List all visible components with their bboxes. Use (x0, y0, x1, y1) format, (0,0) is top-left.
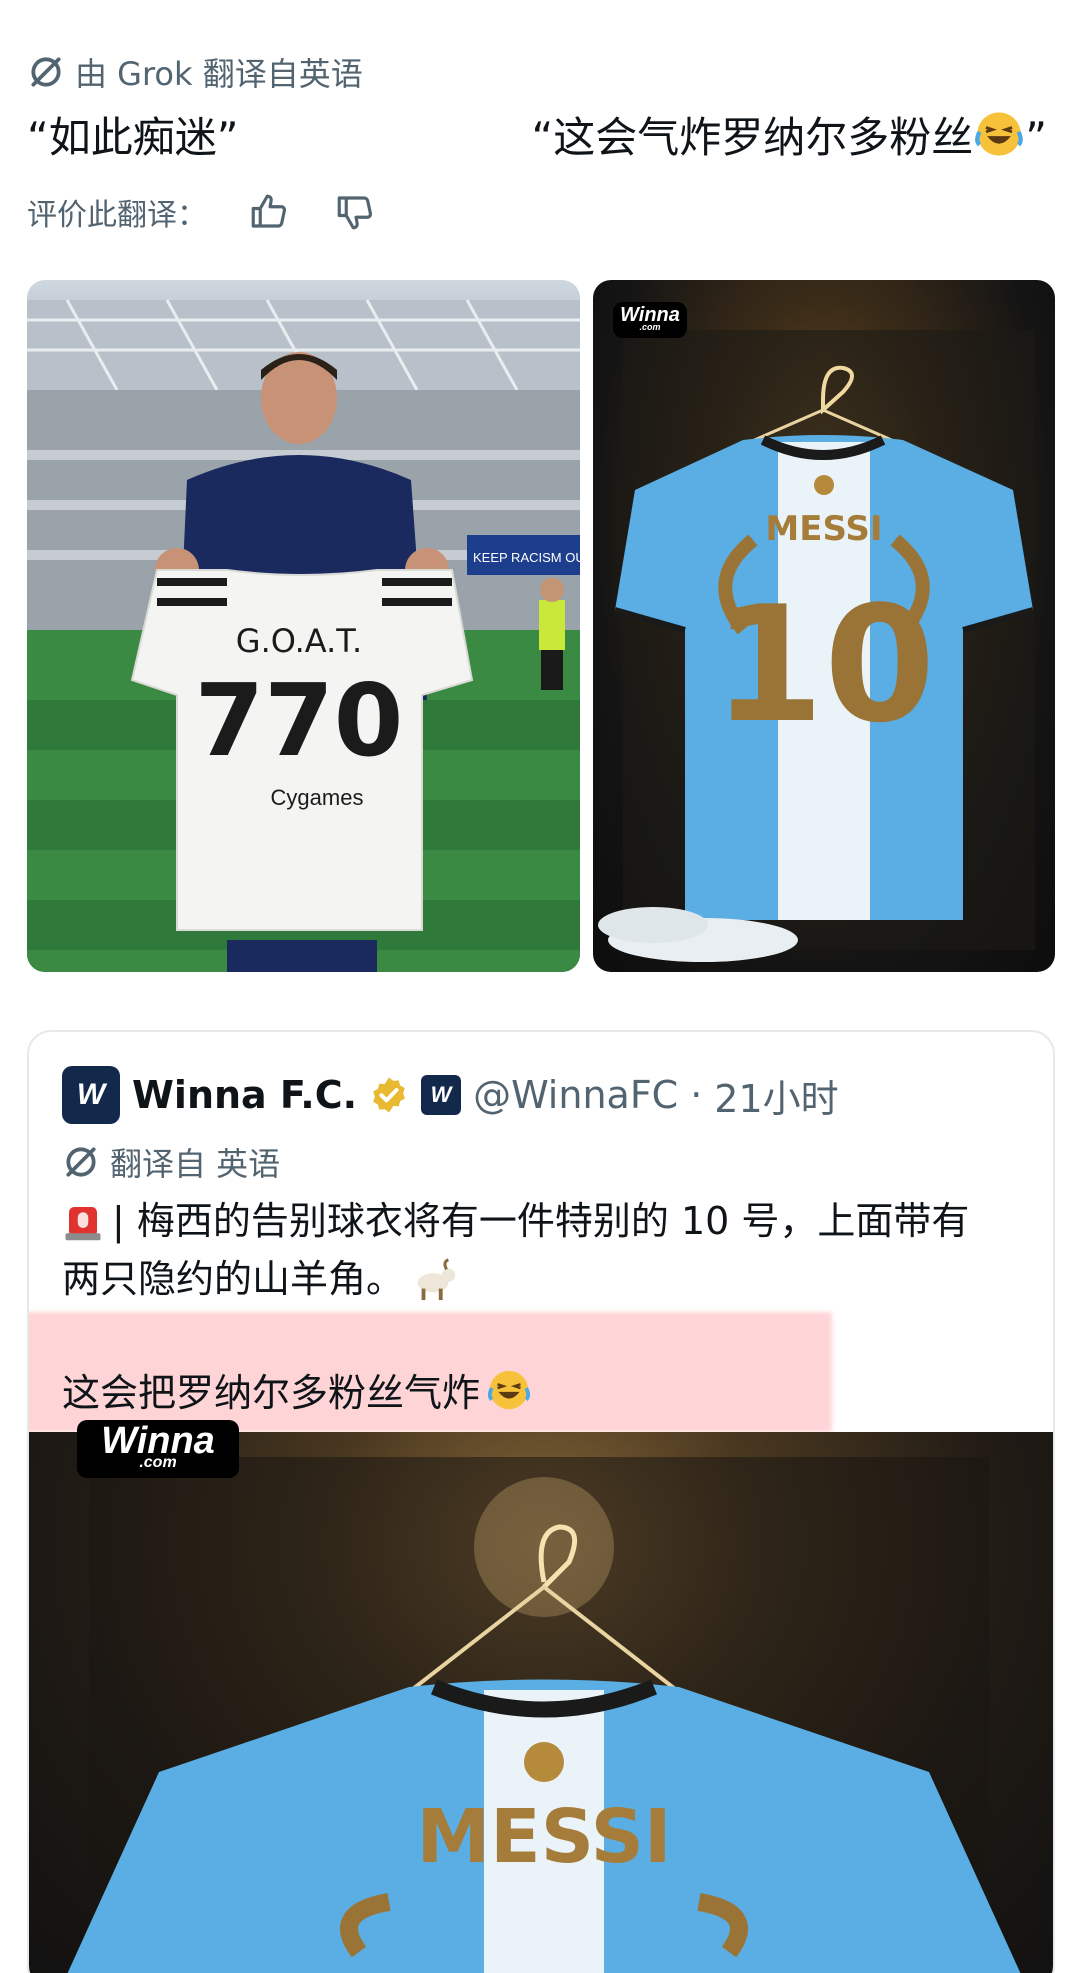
author-handle[interactable]: @WinnaFC (473, 1073, 678, 1117)
translate-icon (31, 57, 61, 87)
photo-ronaldo-jersey[interactable]: KEEP RACISM OUT (27, 280, 580, 972)
translated-text: “如此痴迷” “这会气炸罗纳尔多粉丝 ” (27, 104, 1057, 164)
translation-note[interactable]: 由 Grok 翻译自英语 (27, 50, 363, 94)
rate-label: 评价此翻译： (27, 198, 207, 233)
rate-translation: 评价此翻译： (27, 186, 379, 238)
quoted-tweet-header: W Winna F.C. W @WinnaFC · 21小时 (62, 1066, 1022, 1124)
photo-messi-illustration: MESSI 10 (598, 330, 1035, 962)
quoted-translation-note[interactable]: 翻译自 英语 (62, 1140, 280, 1184)
laughing-emoji-icon (486, 1367, 532, 1413)
laughing-emoji-icon (973, 108, 1025, 160)
avatar[interactable]: W (62, 1066, 120, 1124)
jersey-sponsor: Cygames (271, 785, 364, 810)
post-page: 由 Grok 翻译自英语 “如此痴迷” “这会气炸罗纳尔多粉丝 ” 评价此翻译： (0, 0, 1080, 1973)
post-time[interactable]: 21小时 (714, 1068, 838, 1123)
photo-ronaldo-illustration: KEEP RACISM OUT (27, 299, 580, 972)
siren-emoji-icon (62, 1200, 104, 1242)
quote-left: “如此痴迷” (27, 113, 239, 162)
quote-right: “这会气炸罗纳尔多粉丝 ” (531, 104, 1047, 165)
jersey-number: 770 (195, 662, 404, 779)
quoted-tweet-image[interactable]: MESSI Winna .com (29, 1420, 1053, 1973)
jersey-name: MESSI (417, 1794, 672, 1880)
tweet-line-3: 这会把罗纳尔多粉丝气炸 (62, 1362, 532, 1417)
tweet-line-1: | 梅西的告别球衣将有一件特别的 10 号，上面带有 (62, 1192, 1022, 1250)
jersey-name: G.O.A.T. (236, 622, 362, 660)
jersey-number: 10 (713, 571, 936, 758)
quoted-tweet-card[interactable]: W Winna F.C. W @WinnaFC · 21小时 翻译自 英语 | … (27, 1030, 1055, 1973)
separator-dot: · (690, 1073, 703, 1117)
jersey-name: MESSI (765, 509, 882, 549)
thumbs-down-icon[interactable] (331, 188, 379, 236)
photo-messi-jersey[interactable]: MESSI 10 Winna .com (593, 280, 1055, 972)
ad-board-text: KEEP RACISM OUT (473, 550, 580, 565)
winna-logo: Winna .com (613, 302, 687, 338)
goat-emoji-icon (412, 1256, 458, 1302)
media-grid: KEEP RACISM OUT (27, 280, 1055, 972)
quoted-image-illustration: MESSI (67, 1457, 1021, 1973)
winna-logo: Winna .com (77, 1420, 239, 1478)
translate-icon (66, 1147, 96, 1177)
thumbs-up-icon[interactable] (245, 188, 293, 236)
affiliate-badge-icon: W (421, 1075, 462, 1115)
tweet-line-2: 两只隐约的山羊角。 (62, 1250, 1022, 1308)
quoted-tweet-text: | 梅西的告别球衣将有一件特别的 10 号，上面带有 两只隐约的山羊角。 (62, 1192, 1022, 1308)
verified-badge-icon (373, 1077, 405, 1113)
translation-note-text: 由 Grok 翻译自英语 (75, 55, 363, 93)
quoted-translation-label: 翻译自 英语 (110, 1145, 281, 1183)
author-name[interactable]: Winna F.C. (132, 1073, 357, 1117)
